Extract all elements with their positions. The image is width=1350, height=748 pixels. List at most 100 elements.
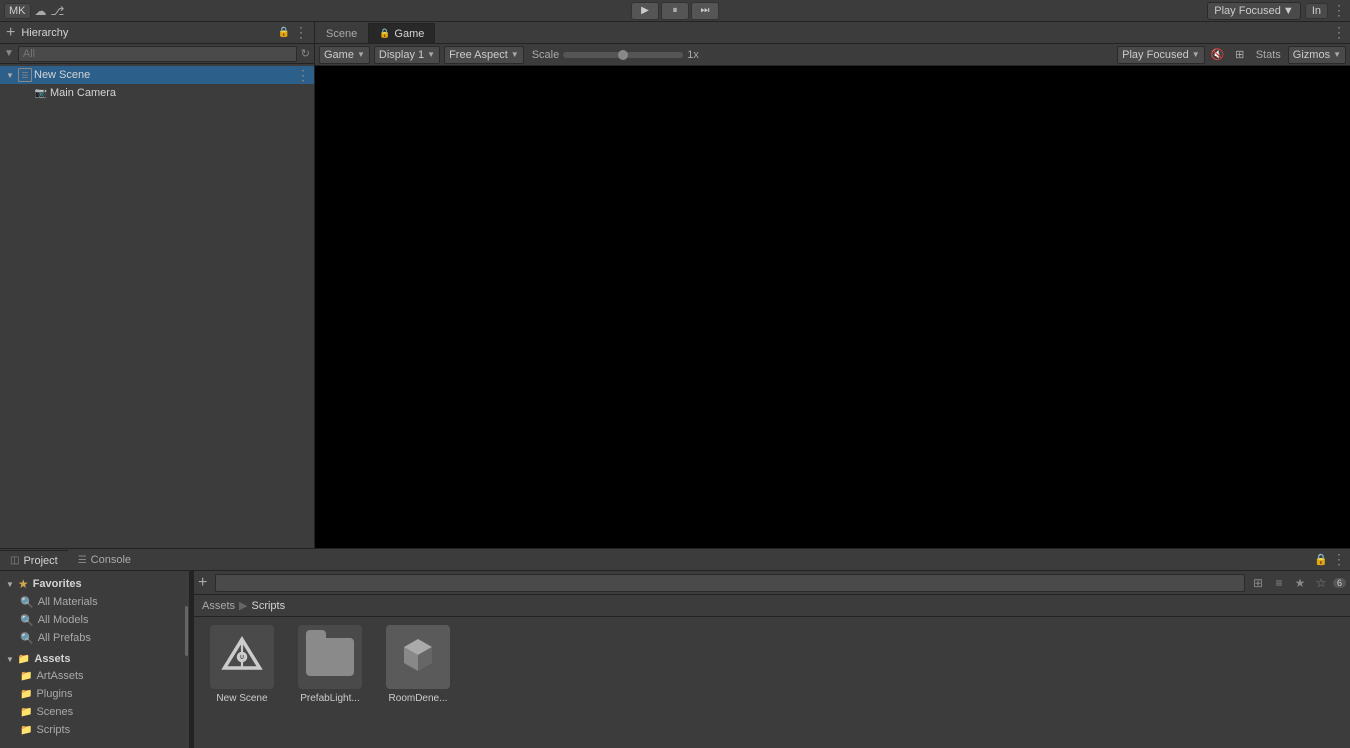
game-display-label: Game xyxy=(324,49,354,61)
asset-label-room-dene: RoomDene... xyxy=(389,693,448,704)
branch-icon[interactable]: ⎇ xyxy=(51,4,65,18)
favorites-title: Favorites xyxy=(33,578,82,590)
hierarchy-lock-icon[interactable]: 🔒 xyxy=(278,27,290,38)
sidebar-item-scenes[interactable]: 📁 Scenes xyxy=(0,703,189,721)
console-tab-icon: ☰ xyxy=(78,555,87,566)
info-button[interactable]: In xyxy=(1305,3,1328,19)
display1-arrow: ▼ xyxy=(427,50,435,59)
assets-header[interactable]: ▼ 📁 Assets xyxy=(0,651,189,667)
project-search-input[interactable] xyxy=(215,574,1245,592)
sidebar-scrollbar[interactable] xyxy=(185,606,188,656)
assets-expand-icon: ▼ xyxy=(6,655,14,664)
top-left-controls: MK ☁ ⎇ xyxy=(0,3,68,19)
search-icon-prefabs: 🔍 xyxy=(20,632,34,645)
bottom-tab-bar: ◫ Project ☰ Console 🔒 ⋮ xyxy=(0,549,1350,571)
hierarchy-scene-kebab[interactable]: ⋮ xyxy=(296,68,310,82)
breadcrumb: Assets ▶ Scripts xyxy=(194,595,1350,617)
sidebar-item-art-assets[interactable]: 📁 ArtAssets xyxy=(0,667,189,685)
favorites-item-all-prefabs[interactable]: 🔍 All Prefabs xyxy=(0,629,189,647)
svg-text:U: U xyxy=(240,655,244,661)
favorites-item-all-models[interactable]: 🔍 All Models xyxy=(0,611,189,629)
scenes-folder-icon: 📁 xyxy=(20,707,32,718)
tab-game[interactable]: 🔒 Game xyxy=(368,23,435,43)
game-display-dropdown[interactable]: Game ▼ xyxy=(319,46,370,64)
play-focused-dropdown[interactable]: Play Focused ▼ xyxy=(1117,46,1205,64)
all-materials-label: All Materials xyxy=(38,596,98,608)
gizmos-dropdown[interactable]: Gizmos ▼ xyxy=(1288,46,1346,64)
scale-section: Scale 1x xyxy=(532,49,699,61)
bottom-area: ◫ Project ☰ Console 🔒 ⋮ ▼ ★ Favorites 🔍 … xyxy=(0,548,1350,748)
hierarchy-header: + Hierarchy 🔒 ⋮ xyxy=(0,22,314,44)
game-display-arrow: ▼ xyxy=(357,50,365,59)
tab-bar-more-icon[interactable]: ⋮ xyxy=(1332,24,1346,41)
free-aspect-arrow: ▼ xyxy=(511,50,519,59)
focused-play-button[interactable]: Play Focused ▼ xyxy=(1207,2,1301,20)
hierarchy-item-main-camera[interactable]: 📷 Main Camera xyxy=(0,84,314,102)
hierarchy-scene-label: New Scene xyxy=(34,69,90,81)
hierarchy-refresh-icon[interactable]: ↻ xyxy=(301,47,310,60)
game-tab-label: Game xyxy=(394,28,424,40)
scene-icon: ☰ xyxy=(18,68,32,82)
mute-icon[interactable]: 🔇 xyxy=(1209,46,1227,64)
game-tab-lock-icon: 🔒 xyxy=(379,28,390,39)
tab-scene[interactable]: Scene xyxy=(315,23,368,43)
hierarchy-more-icon[interactable]: ⋮ xyxy=(294,24,308,41)
main-area: + Hierarchy 🔒 ⋮ ▼ ↻ ▼ ☰ New Scene ⋮ xyxy=(0,22,1350,548)
plugins-folder-icon: 📁 xyxy=(20,689,32,700)
project-panel: ▼ ★ Favorites 🔍 All Materials 🔍 All Mode… xyxy=(0,571,1350,748)
3d-box-svg xyxy=(396,635,440,679)
game-panel: Scene 🔒 Game ⋮ Game ▼ Display 1 ▼ Free A… xyxy=(315,22,1350,548)
project-icon-star[interactable]: ★ xyxy=(1291,574,1309,592)
mk-badge[interactable]: MK xyxy=(4,3,31,19)
breadcrumb-scripts[interactable]: Scripts xyxy=(251,600,285,612)
folder-shape xyxy=(306,638,354,676)
play-focused-arrow: ▼ xyxy=(1192,50,1200,59)
display-icon[interactable]: ⊞ xyxy=(1231,46,1249,64)
hierarchy-title: Hierarchy xyxy=(21,27,68,39)
art-assets-label: ArtAssets xyxy=(36,670,83,682)
console-tab-label: Console xyxy=(91,554,131,566)
asset-label-new-scene: New Scene xyxy=(216,693,267,704)
free-aspect-dropdown[interactable]: Free Aspect ▼ xyxy=(444,46,524,64)
hierarchy-header-icons: 🔒 ⋮ xyxy=(278,24,308,41)
asset-icon-new-scene: U xyxy=(210,625,274,689)
topbar-more-icon[interactable]: ⋮ xyxy=(1332,2,1346,19)
plugins-label: Plugins xyxy=(36,688,72,700)
search-icon-materials: 🔍 xyxy=(20,596,34,609)
asset-item-new-scene[interactable]: U New Scene xyxy=(202,625,282,704)
assets-folder-icon: 📁 xyxy=(18,654,30,665)
art-assets-folder-icon: 📁 xyxy=(20,671,32,682)
tab-project[interactable]: ◫ Project xyxy=(0,550,68,570)
sidebar-item-scripts[interactable]: 📁 Scripts xyxy=(0,721,189,739)
unity-logo-svg: U xyxy=(220,635,264,679)
favorites-item-all-materials[interactable]: 🔍 All Materials xyxy=(0,593,189,611)
project-add-button[interactable]: + xyxy=(198,574,207,592)
project-panel-lock-icon[interactable]: 🔒 xyxy=(1310,553,1332,566)
tab-console[interactable]: ☰ Console xyxy=(68,550,141,570)
cloud-icon[interactable]: ☁ xyxy=(35,4,47,18)
play-button[interactable]: ▶ xyxy=(631,2,659,20)
play-controls: ▶ ⏸ ⏭ xyxy=(631,2,719,20)
asset-item-prefab-light[interactable]: PrefabLight... xyxy=(290,625,370,704)
pause-button[interactable]: ⏸ xyxy=(661,2,689,20)
project-icon-bookmark[interactable]: ☆ xyxy=(1312,574,1330,592)
project-icon-layout[interactable]: ⊞ xyxy=(1249,574,1267,592)
stats-button[interactable]: Stats xyxy=(1253,48,1284,62)
asset-item-room-dene[interactable]: RoomDene... xyxy=(378,625,458,704)
scenes-label: Scenes xyxy=(36,706,73,718)
hierarchy-add-button[interactable]: + xyxy=(6,25,15,41)
project-toolbar-icons: ⊞ ≡ ★ ☆ 6 xyxy=(1249,574,1346,592)
bottom-tab-more-icon[interactable]: ⋮ xyxy=(1332,551,1346,568)
hierarchy-search-input[interactable] xyxy=(18,46,297,62)
asset-icon-room-dene xyxy=(386,625,450,689)
scale-slider[interactable] xyxy=(563,52,683,58)
project-icon-list[interactable]: ≡ xyxy=(1270,574,1288,592)
display1-dropdown[interactable]: Display 1 ▼ xyxy=(374,46,440,64)
hierarchy-panel: + Hierarchy 🔒 ⋮ ▼ ↻ ▼ ☰ New Scene ⋮ xyxy=(0,22,315,548)
favorites-header[interactable]: ▼ ★ Favorites xyxy=(0,575,189,593)
top-right-controls: Play Focused ▼ In ⋮ xyxy=(1203,2,1350,20)
step-button[interactable]: ⏭ xyxy=(691,2,719,20)
breadcrumb-assets[interactable]: Assets xyxy=(202,600,235,612)
sidebar-item-plugins[interactable]: 📁 Plugins xyxy=(0,685,189,703)
hierarchy-item-new-scene[interactable]: ▼ ☰ New Scene ⋮ xyxy=(0,66,314,84)
